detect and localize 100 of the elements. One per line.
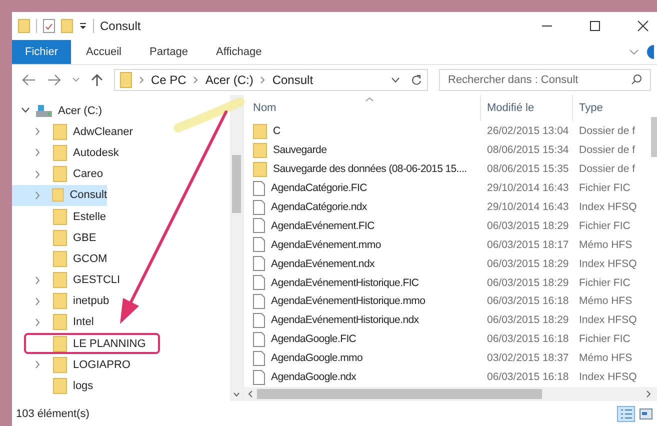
ribbon-tab[interactable]: Fichier xyxy=(12,40,72,64)
item-count: 103 élément(s) xyxy=(16,408,90,420)
chevron-down-icon[interactable] xyxy=(233,392,240,397)
chevron-left-icon[interactable] xyxy=(248,390,253,398)
file-name[interactable]: AgendaCatégorie.ndx xyxy=(271,201,367,213)
help-icon[interactable] xyxy=(647,45,657,59)
tree-item[interactable]: Intel xyxy=(12,312,146,334)
highlight-frame[interactable]: LE PLANNING xyxy=(24,333,160,354)
tree-item-label[interactable]: logs xyxy=(73,380,94,392)
chevron-right-icon[interactable] xyxy=(139,76,144,84)
chevron-right-icon[interactable] xyxy=(35,190,40,200)
column-header[interactable]: Type xyxy=(572,95,649,121)
file-name[interactable]: AgendaGoogle.ndx xyxy=(271,371,356,384)
chevron-right-icon[interactable] xyxy=(193,76,198,84)
tree-item-label[interactable]: Acer (C:) xyxy=(58,104,102,117)
file-name[interactable]: AgendaEvénement.ndx xyxy=(271,258,374,270)
ribbon-tab[interactable]: Accueil xyxy=(73,40,134,64)
chevron-down-icon[interactable] xyxy=(391,76,400,84)
file-icon xyxy=(253,350,265,366)
tree-item[interactable]: Autodesk xyxy=(12,142,146,164)
drive-icon xyxy=(35,104,53,118)
sort-caret-icon xyxy=(365,97,374,102)
breadcrumb-item[interactable]: Consult xyxy=(272,73,314,87)
tree-item-label[interactable]: Intel xyxy=(73,316,94,328)
dropdown-icon[interactable] xyxy=(79,22,87,30)
tree-item[interactable]: AdwCleaner xyxy=(12,121,146,142)
folder-icon xyxy=(53,356,67,373)
type-cell-text: Mémo HFS xyxy=(578,238,634,251)
file-name[interactable]: AgendaEvénement.FIC xyxy=(271,220,374,232)
type-cell-text: Index HFSQ xyxy=(578,201,638,213)
file-name[interactable]: AgendaEvénementHistorique.FIC xyxy=(271,276,419,289)
details-view-icon[interactable] xyxy=(617,406,635,422)
tree-item[interactable]: GBE xyxy=(12,227,146,248)
ribbon-tab[interactable]: Affichage xyxy=(203,40,275,64)
tree-item[interactable]: Consult xyxy=(12,184,107,206)
file-name[interactable]: C xyxy=(273,125,280,138)
address-field[interactable]: Ce PC Acer (C:) Consult xyxy=(114,69,428,91)
up-arrow-icon[interactable] xyxy=(91,73,103,87)
scrollbar-thumb[interactable] xyxy=(651,117,657,157)
scrollbar-thumb[interactable] xyxy=(257,389,542,399)
tree-item-label[interactable]: LOGIAPRO xyxy=(73,358,130,371)
tree-item-label[interactable]: LE PLANNING xyxy=(73,338,146,350)
thumbnail-view-icon[interactable] xyxy=(639,406,653,420)
tree-item-label[interactable]: AdwCleaner xyxy=(73,126,133,138)
folder-icon xyxy=(52,187,64,204)
column-header[interactable]: Nom xyxy=(246,95,480,121)
file-name[interactable]: AgendaGoogle.mmo xyxy=(271,352,363,364)
file-name[interactable]: Sauvegarde xyxy=(273,144,327,156)
search-icon[interactable] xyxy=(631,74,642,85)
tree-item[interactable]: inetpub xyxy=(12,290,146,312)
tree-item[interactable]: GESTCLI xyxy=(12,270,146,291)
chevron-right-icon[interactable] xyxy=(35,360,40,370)
file-name[interactable]: AgendaGoogle.FIC xyxy=(271,333,356,346)
chevron-right-icon[interactable] xyxy=(35,296,40,306)
folder-icon xyxy=(253,124,267,139)
tree-item[interactable]: GCOM xyxy=(12,248,146,270)
close-icon[interactable] xyxy=(637,20,649,32)
file-icon xyxy=(253,256,265,272)
tree-item[interactable]: Careo xyxy=(12,164,146,185)
column-header[interactable]: Modifié le xyxy=(480,95,572,121)
tree-item-label[interactable]: inetpub xyxy=(73,295,110,308)
type-cell-text: Index HFSQ xyxy=(578,258,638,270)
date-cell-text: 08/06/2015 15:34 xyxy=(486,144,570,156)
chevron-right-icon[interactable] xyxy=(646,390,651,398)
chevron-right-icon[interactable] xyxy=(35,318,40,327)
tree-item-label[interactable]: Consult xyxy=(70,189,107,202)
breadcrumb-item[interactable]: Ce PC xyxy=(151,73,186,87)
properties-icon[interactable] xyxy=(43,19,55,33)
tree-item-label[interactable]: Estelle xyxy=(73,210,106,223)
tree-item[interactable]: logs xyxy=(12,375,146,397)
chevron-right-icon[interactable] xyxy=(35,127,40,136)
file-name[interactable]: Sauvegarde des données (08-06-2015 15.... xyxy=(273,163,467,176)
type-cell-text: Fichier FIC xyxy=(578,276,632,289)
chevron-right-icon[interactable] xyxy=(35,170,40,179)
chevron-right-icon[interactable] xyxy=(260,76,266,84)
file-name[interactable]: AgendaEvénementHistorique.ndx xyxy=(271,314,419,326)
tree-item-label[interactable]: GCOM xyxy=(73,252,108,265)
tree-item[interactable]: Estelle xyxy=(12,206,146,228)
chevron-right-icon[interactable] xyxy=(35,276,40,285)
search-field[interactable]: Rechercher dans : Consult xyxy=(439,69,651,91)
file-name[interactable]: AgendaCatégorie.FIC xyxy=(271,182,367,194)
date-cell-text: 29/10/2014 16:43 xyxy=(486,201,570,213)
tree-item-label[interactable]: Autodesk xyxy=(73,146,119,159)
tree-item[interactable]: LOGIAPRO xyxy=(12,354,146,376)
breadcrumb-item[interactable]: Acer (C:) xyxy=(205,73,254,87)
tree-item-label[interactable]: GESTCLI xyxy=(73,274,120,286)
forward-arrow-icon[interactable] xyxy=(47,74,61,86)
tree-item-label[interactable]: GBE xyxy=(73,232,96,244)
maximize-icon[interactable] xyxy=(589,20,601,32)
scrollbar-thumb[interactable] xyxy=(232,155,241,213)
tree-item-label[interactable]: Careo xyxy=(73,168,103,180)
back-arrow-icon[interactable] xyxy=(22,74,36,86)
file-name[interactable]: AgendaEvénementHistorique.mmo xyxy=(271,295,426,308)
chevron-down-icon[interactable] xyxy=(21,107,30,114)
ribbon-tab[interactable]: Partage xyxy=(136,40,202,64)
file-icon xyxy=(253,180,265,196)
folder-icon xyxy=(53,166,67,182)
chevron-right-icon[interactable] xyxy=(35,148,40,158)
file-name[interactable]: AgendaEvénement.mmo xyxy=(271,238,381,251)
refresh-icon[interactable] xyxy=(411,74,422,86)
